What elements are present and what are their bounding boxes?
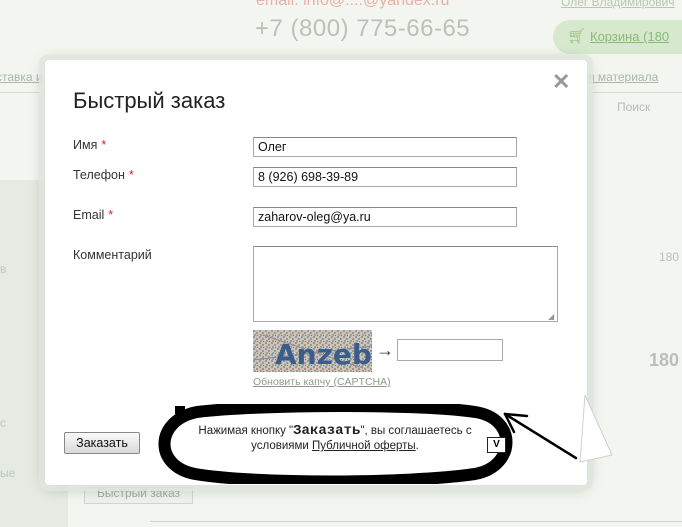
sidebar-label: с	[0, 416, 6, 430]
nav-link-right[interactable]: я материала	[588, 70, 658, 84]
bg-quick-order-button[interactable]: Быстрый заказ	[84, 482, 193, 504]
consent-notice: Нажимая кнопку "Заказать", вы соглашаете…	[158, 404, 513, 484]
price-small: 180	[659, 250, 680, 264]
sidebar-label: в	[0, 262, 7, 276]
comment-textarea[interactable]	[253, 246, 558, 322]
public-offer-link[interactable]: Публичной оферты	[312, 440, 416, 452]
sidebar-label: ые	[0, 466, 16, 480]
consent-button-word: Заказать	[293, 423, 361, 439]
name-label: Имя *	[73, 138, 107, 152]
comment-label: Комментарий	[73, 248, 152, 262]
header-phone: +7 (800) 775-66-65	[255, 15, 471, 42]
nav-link-left[interactable]: ставка и	[0, 70, 43, 84]
captcha-text: Anzeb	[275, 338, 372, 371]
bg-divider	[150, 521, 682, 522]
quick-order-modal: ✕ Быстрый заказ Имя* Телефон* Email* Ком…	[45, 60, 587, 485]
resize-grip-icon[interactable]: ◢	[548, 312, 554, 321]
email-input[interactable]	[253, 207, 517, 227]
modal-title: Быстрый заказ	[73, 88, 226, 113]
arrow-icon: →	[376, 340, 394, 360]
email-label: Email *	[73, 208, 114, 222]
name-input[interactable]	[253, 137, 517, 157]
cart-label: Корзина (180	[590, 29, 670, 44]
required-mark: *	[101, 138, 107, 152]
required-mark: *	[128, 168, 134, 182]
cart-button[interactable]: 🛒︎ Корзина (180	[553, 20, 682, 54]
order-submit-button[interactable]: Заказать	[64, 432, 140, 454]
captcha-input[interactable]	[397, 339, 503, 361]
refresh-captcha-link[interactable]: Обновить капчу (CAPTCHA)	[253, 376, 391, 388]
cart-icon: 🛒︎	[567, 28, 587, 45]
search-label[interactable]: Поиск	[617, 100, 650, 114]
consent-text: Нажимая кнопку "Заказать", вы соглашаете…	[198, 423, 472, 453]
required-mark: *	[108, 208, 114, 222]
close-icon[interactable]: ✕	[552, 71, 570, 93]
phone-input[interactable]	[253, 167, 517, 187]
header-user-link[interactable]: Олег Владимирович	[561, 0, 675, 9]
phone-label: Телефон *	[73, 168, 134, 182]
price-big: 180	[649, 350, 680, 370]
v-toggle-button[interactable]: V	[487, 437, 506, 453]
captcha-image: Anzeb	[253, 330, 372, 372]
header-email: email: info@....@yandex.ru	[256, 0, 450, 9]
